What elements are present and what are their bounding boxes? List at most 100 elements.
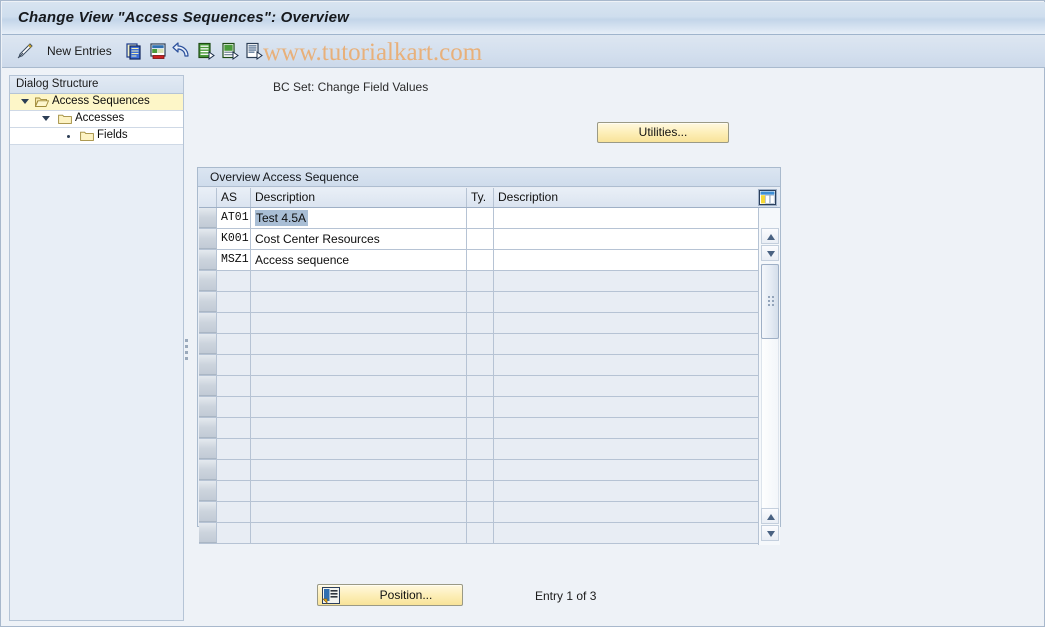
undo-icon[interactable] bbox=[172, 41, 192, 61]
cell-description-2[interactable] bbox=[494, 229, 757, 249]
cell-as[interactable] bbox=[217, 481, 251, 501]
cell-ty[interactable] bbox=[467, 439, 494, 459]
cell-as[interactable] bbox=[217, 292, 251, 312]
cell-as[interactable] bbox=[217, 502, 251, 522]
cell-description[interactable] bbox=[251, 460, 467, 480]
cell-description[interactable] bbox=[251, 481, 467, 501]
select-all-icon[interactable] bbox=[196, 41, 216, 61]
cell-as[interactable] bbox=[217, 355, 251, 375]
cell-ty[interactable] bbox=[467, 271, 494, 291]
cell-description-2[interactable] bbox=[494, 439, 757, 459]
row-select-button[interactable] bbox=[199, 271, 217, 291]
row-select-button[interactable] bbox=[199, 439, 217, 459]
row-select-button[interactable] bbox=[199, 481, 217, 501]
cell-description[interactable]: Test 4.5A bbox=[251, 208, 467, 228]
delete-icon[interactable] bbox=[148, 41, 168, 61]
cell-description-2[interactable] bbox=[494, 418, 757, 438]
cell-description-2[interactable] bbox=[494, 355, 757, 375]
cell-description-2[interactable] bbox=[494, 271, 757, 291]
table-row[interactable] bbox=[199, 481, 780, 502]
table-vertical-scrollbar[interactable] bbox=[758, 208, 780, 545]
table-header-select-column[interactable] bbox=[199, 188, 217, 207]
cell-description[interactable] bbox=[251, 292, 467, 312]
cell-description-2[interactable] bbox=[494, 208, 757, 228]
scroll-page-up-button[interactable] bbox=[761, 508, 779, 524]
table-row[interactable] bbox=[199, 271, 780, 292]
cell-description[interactable]: Cost Center Resources bbox=[251, 229, 467, 249]
cell-as[interactable] bbox=[217, 439, 251, 459]
copy-icon[interactable] bbox=[124, 41, 144, 61]
row-select-button[interactable] bbox=[199, 502, 217, 522]
utilities-button[interactable]: Utilities... bbox=[597, 122, 729, 143]
cell-ty[interactable] bbox=[467, 292, 494, 312]
cell-description[interactable] bbox=[251, 502, 467, 522]
cell-description-2[interactable] bbox=[494, 460, 757, 480]
cell-description[interactable] bbox=[251, 334, 467, 354]
row-select-button[interactable] bbox=[199, 418, 217, 438]
cell-ty[interactable] bbox=[467, 418, 494, 438]
cell-as[interactable]: MSZ1 bbox=[217, 250, 251, 270]
scroll-down-button[interactable] bbox=[761, 245, 779, 261]
cell-as[interactable] bbox=[217, 313, 251, 333]
cell-as[interactable] bbox=[217, 376, 251, 396]
table-row[interactable] bbox=[199, 523, 780, 544]
scroll-up-button[interactable] bbox=[761, 228, 779, 244]
sidebar-item-access-sequences[interactable]: Access Sequences bbox=[10, 94, 183, 111]
cell-description[interactable] bbox=[251, 376, 467, 396]
table-row[interactable] bbox=[199, 502, 780, 523]
row-select-button[interactable] bbox=[199, 250, 217, 270]
table-row[interactable] bbox=[199, 313, 780, 334]
position-button[interactable]: Position... bbox=[317, 584, 463, 606]
table-row[interactable]: AT01 Test 4.5A bbox=[199, 208, 780, 229]
cell-as[interactable] bbox=[217, 334, 251, 354]
table-row[interactable] bbox=[199, 355, 780, 376]
column-header-as[interactable]: AS bbox=[217, 188, 251, 207]
cell-as[interactable]: AT01 bbox=[217, 208, 251, 228]
table-row[interactable]: K001 Cost Center Resources bbox=[199, 229, 780, 250]
cell-ty[interactable] bbox=[467, 376, 494, 396]
cell-ty[interactable] bbox=[467, 313, 494, 333]
cell-description-2[interactable] bbox=[494, 397, 757, 417]
cell-ty[interactable] bbox=[467, 355, 494, 375]
new-entries-button[interactable]: New Entries bbox=[47, 44, 112, 58]
cell-description-2[interactable] bbox=[494, 376, 757, 396]
cell-as[interactable] bbox=[217, 418, 251, 438]
cell-as[interactable] bbox=[217, 271, 251, 291]
column-header-description-2[interactable]: Description bbox=[494, 188, 757, 207]
cell-ty[interactable] bbox=[467, 334, 494, 354]
table-row[interactable] bbox=[199, 439, 780, 460]
panel-splitter-handle[interactable] bbox=[184, 339, 189, 361]
cell-description[interactable] bbox=[251, 418, 467, 438]
details-icon[interactable] bbox=[244, 41, 264, 61]
cell-as[interactable] bbox=[217, 523, 251, 543]
table-row[interactable] bbox=[199, 376, 780, 397]
cell-ty[interactable] bbox=[467, 523, 494, 543]
row-select-button[interactable] bbox=[199, 460, 217, 480]
table-row[interactable] bbox=[199, 418, 780, 439]
deselect-all-icon[interactable] bbox=[220, 41, 240, 61]
row-select-button[interactable] bbox=[199, 292, 217, 312]
cell-description-2[interactable] bbox=[494, 313, 757, 333]
cell-description[interactable] bbox=[251, 355, 467, 375]
table-row[interactable] bbox=[199, 397, 780, 418]
scrollbar-thumb[interactable] bbox=[761, 264, 779, 339]
table-row[interactable] bbox=[199, 460, 780, 481]
row-select-button[interactable] bbox=[199, 313, 217, 333]
cell-description[interactable] bbox=[251, 313, 467, 333]
row-select-button[interactable] bbox=[199, 523, 217, 543]
cell-as[interactable] bbox=[217, 397, 251, 417]
row-select-button[interactable] bbox=[199, 334, 217, 354]
cell-description-2[interactable] bbox=[494, 334, 757, 354]
table-row[interactable] bbox=[199, 292, 780, 313]
cell-description[interactable] bbox=[251, 271, 467, 291]
cell-ty[interactable] bbox=[467, 229, 494, 249]
table-row[interactable] bbox=[199, 334, 780, 355]
cell-ty[interactable] bbox=[467, 460, 494, 480]
row-select-button[interactable] bbox=[199, 229, 217, 249]
cell-ty[interactable] bbox=[467, 250, 494, 270]
column-header-ty[interactable]: Ty. bbox=[467, 188, 494, 207]
cell-as[interactable] bbox=[217, 460, 251, 480]
column-header-description[interactable]: Description bbox=[251, 188, 467, 207]
scroll-page-down-button[interactable] bbox=[761, 525, 779, 541]
table-row[interactable]: MSZ1 Access sequence bbox=[199, 250, 780, 271]
